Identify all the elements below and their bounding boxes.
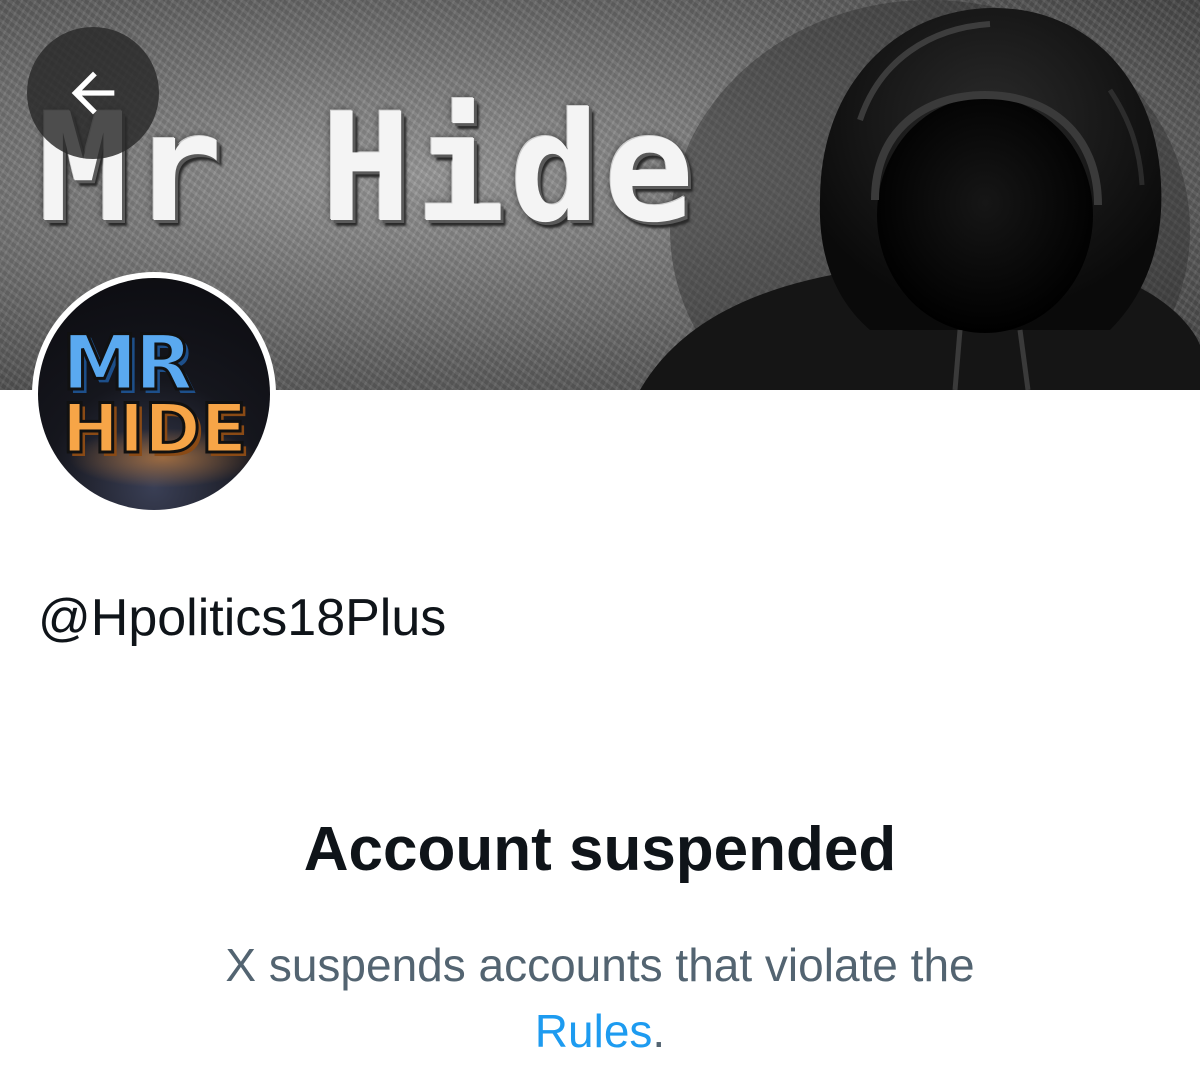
rules-link[interactable]: Rules bbox=[535, 1005, 653, 1057]
back-button[interactable] bbox=[27, 27, 159, 159]
notice-message: X suspends accounts that violate the Rul… bbox=[150, 932, 1050, 1064]
avatar-logo-line2: HIDE bbox=[60, 389, 248, 471]
avatar-image: MR HIDE bbox=[38, 278, 270, 510]
suspension-notice: Account suspended X suspends accounts th… bbox=[0, 810, 1200, 1064]
notice-title: Account suspended bbox=[303, 815, 897, 884]
avatar[interactable]: MR HIDE bbox=[32, 272, 276, 516]
profile-handle: @Hpolitics18Plus bbox=[38, 589, 447, 647]
notice-message-text: X suspends accounts that violate the bbox=[225, 939, 975, 991]
notice-period: . bbox=[652, 1005, 666, 1057]
arrow-left-icon bbox=[71, 71, 115, 115]
